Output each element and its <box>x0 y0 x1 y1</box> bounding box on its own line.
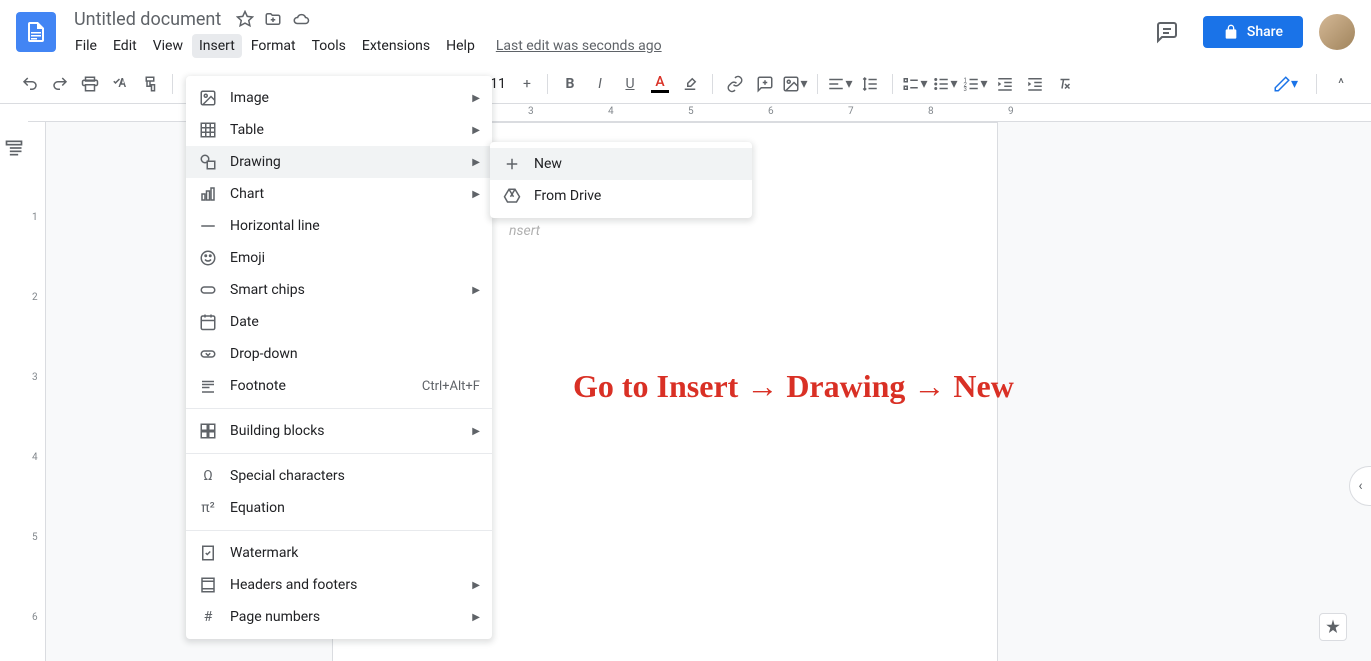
emoji-icon <box>198 248 218 268</box>
link-button[interactable] <box>721 70 749 98</box>
spellcheck-button[interactable] <box>106 70 134 98</box>
menu-format[interactable]: Format <box>244 34 303 58</box>
table-icon <box>198 120 218 140</box>
insert-dropdown: Image ▶ Table ▶ Drawing ▶ Chart ▶ Horizo… <box>186 76 492 639</box>
menu-file[interactable]: File <box>68 34 104 58</box>
font-size-increase[interactable]: + <box>515 72 539 96</box>
collapse-toolbar-button[interactable]: ^ <box>1327 70 1355 98</box>
highlight-button[interactable] <box>676 70 704 98</box>
insert-emoji-item[interactable]: Emoji <box>186 242 492 274</box>
header: Untitled document File Edit View Insert … <box>0 0 1371 64</box>
chevron-right-icon: ▶ <box>472 93 480 104</box>
insert-hline-item[interactable]: Horizontal line <box>186 210 492 242</box>
blocks-icon <box>198 421 218 441</box>
menu-edit[interactable]: Edit <box>106 34 144 58</box>
undo-button[interactable] <box>16 70 44 98</box>
share-button[interactable]: Share <box>1203 16 1303 48</box>
underline-button[interactable]: U <box>616 70 644 98</box>
insert-equation-item[interactable]: π² Equation <box>186 492 492 524</box>
paint-format-button[interactable] <box>136 70 164 98</box>
menu-help[interactable]: Help <box>439 34 482 58</box>
drawing-submenu: New From Drive <box>490 142 752 218</box>
insert-date-item[interactable]: Date <box>186 306 492 338</box>
insert-drawing-item[interactable]: Drawing ▶ <box>186 146 492 178</box>
insert-smart-chips-item[interactable]: Smart chips ▶ <box>186 274 492 306</box>
lock-icon <box>1223 24 1239 40</box>
bold-button[interactable]: B <box>556 70 584 98</box>
svg-text:3: 3 <box>964 85 967 92</box>
insert-chart-item[interactable]: Chart ▶ <box>186 178 492 210</box>
insert-special-chars-item[interactable]: Ω Special characters <box>186 460 492 492</box>
insert-footnote-item[interactable]: Footnote Ctrl+Alt+F <box>186 370 492 402</box>
footnote-icon <box>198 376 218 396</box>
insert-image-button[interactable]: ▾ <box>781 70 809 98</box>
chevron-right-icon: ▶ <box>472 189 480 200</box>
move-icon[interactable] <box>263 9 283 29</box>
chevron-right-icon: ▶ <box>472 157 480 168</box>
headers-icon <box>198 575 218 595</box>
menu-insert[interactable]: Insert <box>192 34 242 58</box>
drive-icon <box>502 186 522 206</box>
drawing-icon <box>198 152 218 172</box>
last-edit-link[interactable]: Last edit was seconds ago <box>496 38 662 54</box>
drawing-from-drive-item[interactable]: From Drive <box>490 180 752 212</box>
omega-icon: Ω <box>198 466 218 486</box>
menu-tools[interactable]: Tools <box>305 34 353 58</box>
chevron-right-icon: ▶ <box>472 580 480 591</box>
line-spacing-button[interactable] <box>856 70 884 98</box>
comments-button[interactable] <box>1147 12 1187 52</box>
hline-icon <box>198 216 218 236</box>
annotation-text: Go to Insert → Drawing → New <box>573 368 1014 405</box>
italic-button[interactable]: I <box>586 70 614 98</box>
drawing-new-item[interactable]: New <box>490 148 752 180</box>
numbered-list-button[interactable]: 123▾ <box>961 70 989 98</box>
ghost-text: nsert <box>509 223 540 239</box>
checklist-button[interactable]: ▾ <box>901 70 929 98</box>
insert-page-numbers-item[interactable]: # Page numbers ▶ <box>186 601 492 633</box>
outline-panel <box>0 122 28 661</box>
document-title[interactable]: Untitled document <box>68 7 227 32</box>
menu-extensions[interactable]: Extensions <box>355 34 437 58</box>
menu-view[interactable]: View <box>146 34 190 58</box>
chevron-right-icon: ▶ <box>472 285 480 296</box>
vertical-ruler[interactable]: 1 2 3 4 5 6 <box>28 122 46 661</box>
insert-building-blocks-item[interactable]: Building blocks ▶ <box>186 415 492 447</box>
title-area: Untitled document File Edit View Insert … <box>68 7 1147 58</box>
insert-dropdown-item[interactable]: Drop-down <box>186 338 492 370</box>
calendar-icon <box>198 312 218 332</box>
menubar: File Edit View Insert Format Tools Exten… <box>68 34 1147 58</box>
watermark-icon <box>198 543 218 563</box>
insert-image-item[interactable]: Image ▶ <box>186 82 492 114</box>
text-color-button[interactable]: A <box>646 70 674 98</box>
insert-headers-footers-item[interactable]: Headers and footers ▶ <box>186 569 492 601</box>
increase-indent-button[interactable] <box>1021 70 1049 98</box>
clear-formatting-button[interactable] <box>1051 70 1079 98</box>
add-comment-button[interactable] <box>751 70 779 98</box>
insert-table-item[interactable]: Table ▶ <box>186 114 492 146</box>
align-button[interactable]: ▾ <box>826 70 854 98</box>
dropdown-icon <box>198 344 218 364</box>
redo-button[interactable] <box>46 70 74 98</box>
plus-icon <box>502 154 522 174</box>
smart-chips-icon <box>198 280 218 300</box>
insert-watermark-item[interactable]: Watermark <box>186 537 492 569</box>
equation-icon: π² <box>198 498 218 518</box>
chevron-right-icon: ▶ <box>472 125 480 136</box>
outline-icon[interactable] <box>4 138 24 661</box>
decrease-indent-button[interactable] <box>991 70 1019 98</box>
image-icon <box>198 88 218 108</box>
avatar[interactable] <box>1319 14 1355 50</box>
explore-button[interactable] <box>1319 613 1347 641</box>
hash-icon: # <box>198 607 218 627</box>
editing-mode-button[interactable]: ▾ <box>1265 71 1306 97</box>
bulleted-list-button[interactable]: ▾ <box>931 70 959 98</box>
star-icon[interactable] <box>235 9 255 29</box>
chart-icon <box>198 184 218 204</box>
cloud-icon[interactable] <box>291 9 311 29</box>
chevron-right-icon: ▶ <box>472 426 480 437</box>
docs-logo[interactable] <box>16 12 56 52</box>
chevron-right-icon: ▶ <box>472 612 480 623</box>
print-button[interactable] <box>76 70 104 98</box>
share-label: Share <box>1247 24 1283 40</box>
